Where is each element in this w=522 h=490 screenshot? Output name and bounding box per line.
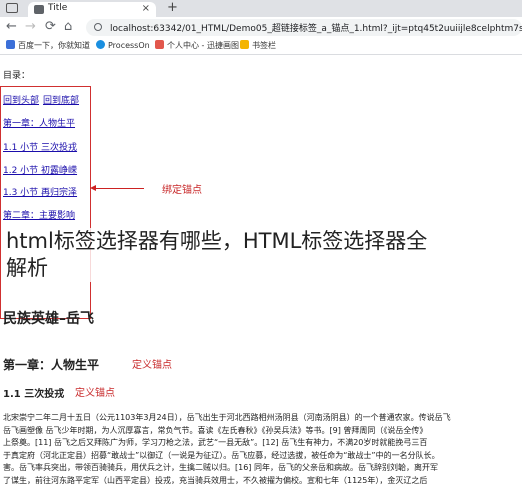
url-text[interactable]: localhost:63342/01_HTML/Demo05_超链接标签_a_锚… [110,21,522,34]
article-title-overlay: html标签选择器有哪些，HTML标签选择器全 解析 [6,228,522,282]
toc-link-section2[interactable]: 1.2 小节 初露峥嵘 [3,163,77,176]
section-heading: 1.1 三次投戎 [3,389,65,400]
toc-link-bottom[interactable]: 回到底部 [43,93,79,106]
article-paragraph: 北宋崇宁二年二月十五日（公元1103年3月24日），岳飞出生于河北西路相州汤阴县… [3,412,522,488]
paw-icon [6,40,15,49]
home-icon[interactable]: ⌂ [64,19,72,34]
bookmark-personal-center[interactable]: 个人中心 - 迅捷画图 [155,40,239,51]
bookmark-label: ProcessOn [108,41,150,50]
browser-tab[interactable]: Title × [28,2,156,17]
bookmark-label: 书签栏 [252,41,276,50]
paragraph-line: 于真定府（河北正定县）招募“敢战士”以御辽（一说是为征辽）。岳飞应募，经过选拔，… [3,450,440,460]
reload-icon[interactable]: ⟳ [45,19,56,34]
toc-link-chapter2[interactable]: 第二章：主要影响 [3,208,75,221]
paragraph-line: 了谋生，前往河东路平定军（山西平定县）投戎，充当骑兵效用士，不久被擢为偏校。宣和… [3,475,428,485]
annotation-define-anchor-2: 定义锚点 [75,388,115,399]
toc-link-top[interactable]: 回到头部 [3,93,39,106]
bookmark-folder[interactable]: 书签栏 [240,40,276,51]
new-tab-icon[interactable]: + [167,0,178,15]
window-menu-icon[interactable] [6,3,18,13]
paragraph-line: 害。岳飞率兵突出，带领百骑骑兵，用伏兵之计，生擒二贼以归。[16] 同年，岳飞的… [3,463,438,473]
page-favicon-icon [34,5,44,14]
annotation-bind-anchor: 绑定锚点 [162,185,202,196]
forward-icon[interactable]: → [25,19,36,34]
bookmark-baidu[interactable]: 百度一下，你就知道 [6,40,90,51]
site-info-icon[interactable] [94,23,102,31]
bookmarks-bar: 百度一下，你就知道 ProcessOn 个人中心 - 迅捷画图 书签栏 [0,38,522,55]
overlay-line-1: html标签选择器有哪些，HTML标签选择器全 [6,229,428,253]
page-content: 目录： 回到头部 回到底部 第一章：人物生平 1.1 小节 三次投戎 1.2 小… [0,55,522,490]
paragraph-line: 岳飞画塑像 岳飞少年时期，为人沉厚寡言，常负气节。喜读《左氏春秋》《孙吴兵法》等… [3,425,428,435]
bookmark-label: 个人中心 - 迅捷画图 [167,41,239,50]
folder-icon [240,40,249,49]
browser-toolbar: ← → ⟳ ⌂ localhost:63342/01_HTML/Demo05_超… [0,17,522,38]
toc-heading: 目录： [3,71,31,81]
chapter-heading: 第一章：人物生平 [3,358,100,372]
bookmark-processon[interactable]: ProcessOn [96,40,150,50]
address-bar[interactable]: localhost:63342/01_HTML/Demo05_超链接标签_a_锚… [86,19,522,36]
annotation-define-anchor-1: 定义锚点 [132,360,172,371]
annotation-arrow [90,185,144,191]
close-tab-icon[interactable]: × [142,3,150,14]
processon-icon [96,40,105,49]
bookmark-label: 百度一下，你就知道 [18,41,90,50]
back-icon[interactable]: ← [6,19,17,34]
page-title: 民族英雄–岳飞 [3,311,94,327]
overlay-line-2: 解析 [6,256,48,280]
toc-link-chapter1[interactable]: 第一章：人物生平 [3,116,75,129]
paragraph-line: 上祭奠。[11] 岳飞之后又拜陈广为师，学习刀枪之法，武艺“一县无敌”。[12]… [3,438,428,448]
toc-link-section1[interactable]: 1.1 小节 三次投戎 [3,140,77,153]
paragraph-line: 北宋崇宁二年二月十五日（公元1103年3月24日），岳飞出生于河北西路相州汤阴县… [3,413,451,422]
toc-link-section3[interactable]: 1.3 小节 再归宗泽 [3,185,77,198]
tab-bar: Title × + [0,0,522,17]
profile-icon [155,40,164,49]
tab-title: Title [48,3,68,13]
